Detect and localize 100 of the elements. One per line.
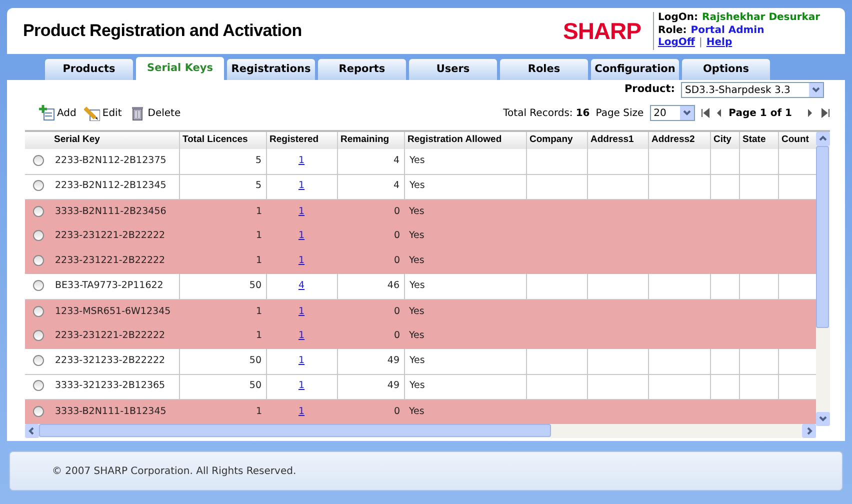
edit-button[interactable]: Edit [84, 105, 122, 121]
table-cell: 4 [393, 180, 400, 192]
radio-button[interactable] [32, 155, 44, 166]
pencil-icon [84, 105, 100, 121]
serial-key: 2233-321233-2B22222 [55, 355, 166, 366]
product-dropdown[interactable]: SD3.3-Sharpdesk 3.3 [681, 82, 824, 98]
column-header[interactable]: State [742, 134, 766, 146]
registered-link[interactable]: 1 [298, 380, 305, 392]
radio-button[interactable] [32, 206, 44, 217]
trash-icon [130, 105, 146, 121]
table-cell: Yes [409, 306, 424, 317]
registered-link[interactable]: 1 [298, 306, 305, 317]
table-row[interactable]: BE33-TA9773-2P11622 50 4 46 Yes [25, 274, 816, 299]
table-row[interactable]: 2233-B2N112-2B12345 5 1 4 Yes [25, 174, 816, 199]
tab[interactable]: Registrations [227, 59, 315, 80]
tab[interactable]: Users [409, 59, 497, 80]
table-cell: Yes [409, 255, 424, 266]
tab[interactable]: Serial Keys [136, 57, 224, 80]
serial-key: 2233-B2N112-2B12345 [55, 180, 166, 192]
table-cell: 0 [394, 406, 400, 417]
serial-key: 2233-231221-2B22222 [55, 330, 166, 342]
column-header[interactable]: Total Licences [182, 134, 248, 146]
table-row[interactable]: 2233-B2N112-2B12375 5 1 4 Yes [25, 149, 816, 174]
serial-key: 3333-321233-2B12365 [55, 380, 166, 392]
radio-button[interactable] [32, 330, 44, 342]
radio-button[interactable] [32, 255, 44, 266]
tab[interactable]: Options [682, 59, 770, 80]
registered-link[interactable]: 1 [298, 155, 305, 166]
table-cell: 50 [249, 380, 262, 392]
scroll-left-icon[interactable] [25, 424, 39, 438]
scroll-down-icon[interactable] [816, 412, 830, 426]
vertical-scrollbar[interactable] [816, 132, 830, 426]
add-icon [39, 105, 55, 121]
table-cell: 0 [394, 330, 400, 342]
delete-button[interactable]: Delete [130, 105, 181, 121]
radio-button[interactable] [32, 306, 44, 317]
tab[interactable]: Products [45, 59, 133, 80]
table-row[interactable]: 3333-321233-2B12365 50 1 49 Yes [25, 374, 816, 399]
add-button[interactable]: Add [39, 105, 76, 121]
table-cell: 0 [394, 255, 400, 266]
table-row[interactable]: 2233-231221-2B22222 1 1 0 Yes [25, 324, 816, 349]
registered-link[interactable]: 1 [298, 180, 305, 192]
last-page-icon[interactable] [820, 108, 830, 118]
help-link[interactable]: Help [706, 37, 732, 50]
page-size-dropdown[interactable]: 20 [650, 105, 695, 121]
previous-page-icon[interactable] [714, 108, 723, 118]
copyright-text: © 2007 SHARP Corporation. All Rights Reserved. [52, 464, 296, 478]
separator: | [699, 37, 702, 50]
scroll-right-icon[interactable] [802, 424, 816, 438]
tab[interactable]: Roles [500, 59, 588, 80]
radio-button[interactable] [32, 380, 44, 392]
table-cell: 0 [394, 306, 400, 317]
registered-link[interactable]: 1 [298, 355, 305, 366]
table-cell: Yes [409, 406, 424, 417]
registered-link[interactable]: 1 [298, 406, 305, 417]
radio-button[interactable] [32, 230, 44, 242]
serial-key: 2233-231221-2B22222 [55, 255, 166, 266]
table-cell: 0 [394, 206, 400, 217]
table-row[interactable]: 2233-231221-2B22222 1 1 0 Yes [25, 224, 816, 249]
first-page-icon[interactable] [700, 108, 711, 118]
registered-link[interactable]: 1 [298, 330, 305, 342]
radio-button[interactable] [32, 280, 44, 292]
brand-logo: SHARP [562, 16, 641, 46]
registered-link[interactable]: 1 [298, 230, 305, 242]
serial-key: 3333-B2N111-2B23456 [55, 206, 166, 217]
table-cell: Yes [410, 280, 425, 292]
radio-button[interactable] [32, 355, 44, 366]
scroll-thumb[interactable] [816, 146, 829, 328]
registered-link[interactable]: 1 [298, 206, 305, 217]
page-title: Product Registration and Activation [23, 20, 302, 42]
role-label: Role: [658, 24, 687, 37]
column-header[interactable]: Registered [270, 134, 319, 146]
column-header[interactable]: Count [782, 134, 809, 146]
table-cell: 5 [255, 155, 262, 166]
table-row[interactable]: 2233-231221-2B22222 1 1 0 Yes [25, 249, 816, 274]
column-header[interactable]: Address1 [590, 134, 634, 146]
table-row[interactable]: 1233-MSR651-6W12345 1 1 0 Yes [25, 299, 816, 324]
table-row[interactable]: 3333-B2N111-2B23456 1 1 0 Yes [25, 199, 816, 224]
user-name: Rajshekhar Desurkar [702, 12, 820, 25]
registered-link[interactable]: 1 [298, 255, 305, 266]
column-header[interactable]: Serial Key [54, 134, 100, 146]
next-page-icon[interactable] [806, 108, 814, 118]
logoff-link[interactable]: LogOff [658, 37, 696, 50]
column-header[interactable]: Registration Allowed [408, 134, 502, 146]
column-header[interactable]: Remaining [340, 134, 390, 146]
table-cell: 49 [387, 355, 400, 366]
table-cell: Yes [410, 355, 425, 366]
column-header[interactable]: Address2 [652, 134, 695, 146]
radio-button[interactable] [32, 406, 44, 417]
scroll-up-icon[interactable] [816, 132, 830, 146]
column-header[interactable]: Company [530, 134, 573, 146]
horizontal-scrollbar[interactable] [25, 424, 816, 438]
table-row[interactable]: 2233-321233-2B22222 50 1 49 Yes [25, 349, 816, 374]
tab[interactable]: Reports [318, 59, 406, 80]
radio-button[interactable] [32, 180, 44, 192]
scroll-thumb[interactable] [39, 424, 551, 437]
column-header[interactable]: City [714, 134, 732, 146]
tab[interactable]: Configuration [591, 59, 679, 80]
table-cell: Yes [410, 380, 425, 392]
registered-link[interactable]: 4 [298, 280, 305, 292]
